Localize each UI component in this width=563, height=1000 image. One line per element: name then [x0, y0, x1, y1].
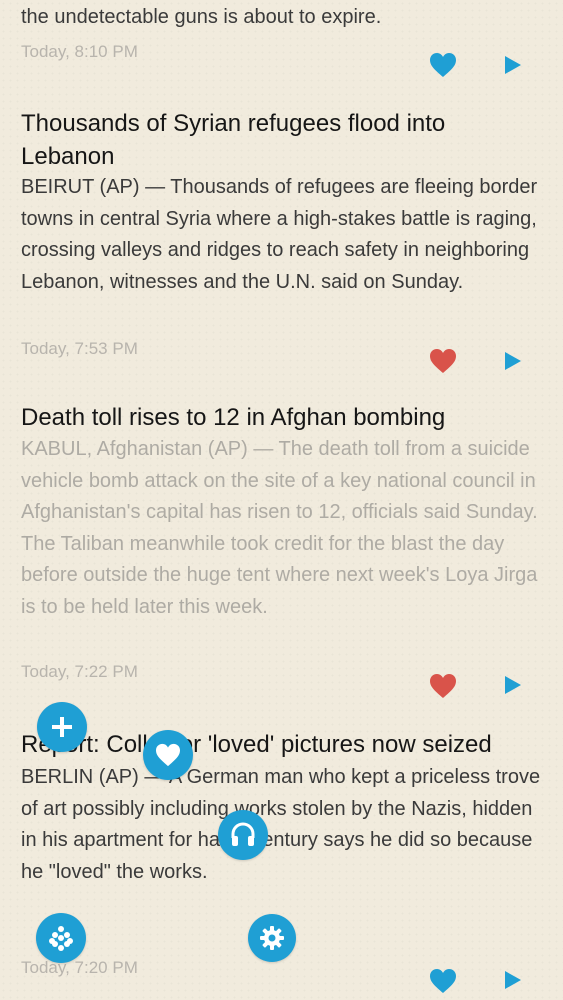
article-item[interactable]: Death toll rises to 12 in Afghan bombing…	[21, 401, 543, 623]
article-time: Today, 7:53 PM	[21, 339, 138, 358]
article-body: the undetectable guns is about to expire…	[21, 6, 382, 28]
favorite-button[interactable]	[143, 730, 193, 780]
heart-icon[interactable]	[429, 968, 457, 994]
play-icon[interactable]	[505, 971, 521, 989]
heart-icon[interactable]	[429, 348, 457, 374]
headphones-icon	[231, 822, 255, 846]
article-time: Today, 7:22 PM	[21, 662, 138, 681]
article-title: Report: Collector 'loved' pictures now s…	[21, 731, 492, 758]
heart-icon[interactable]	[429, 673, 457, 699]
article-time: Today, 7:20 PM	[21, 958, 138, 977]
play-icon[interactable]	[505, 352, 521, 370]
settings-button[interactable]	[248, 914, 296, 962]
article-item[interactable]: the undetectable guns is about to expire…	[21, 0, 543, 34]
play-icon[interactable]	[505, 676, 521, 694]
plus-icon	[52, 717, 72, 737]
article-time: Today, 8:10 PM	[21, 42, 138, 61]
add-button[interactable]	[37, 702, 87, 752]
play-icon[interactable]	[505, 56, 521, 74]
heart-icon[interactable]	[429, 52, 457, 78]
listen-button[interactable]	[218, 810, 268, 860]
news-feed: the undetectable guns is about to expire…	[0, 0, 563, 1000]
article-body: KABUL, Afghanistan (AP) — The death toll…	[21, 438, 538, 618]
article-body: BEIRUT (AP) — Thousands of refugees are …	[21, 176, 538, 293]
menu-button[interactable]	[36, 913, 86, 963]
article-item[interactable]: Thousands of Syrian refugees flood into …	[21, 107, 543, 298]
article-body: BERLIN (AP) — A German man who kept a pr…	[21, 766, 541, 883]
heart-icon	[156, 743, 180, 767]
article-title: Death toll rises to 12 in Afghan bombing	[21, 404, 446, 431]
gear-icon	[260, 926, 284, 950]
grid-dots-icon	[49, 926, 73, 951]
article-item[interactable]: Report: Collector 'loved' pictures now s…	[21, 728, 543, 888]
article-title: Thousands of Syrian refugees flood into …	[21, 110, 446, 170]
